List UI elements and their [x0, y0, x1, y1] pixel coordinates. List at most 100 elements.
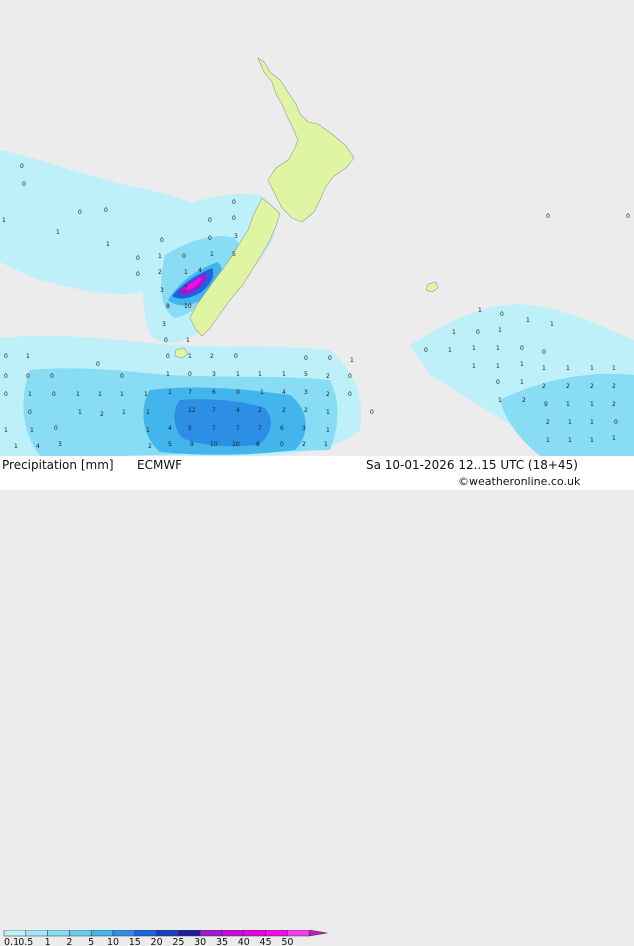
map-value: 1: [590, 419, 594, 426]
map-value: 3: [160, 287, 164, 294]
color-scale-box: [178, 930, 201, 937]
map-value: 1: [566, 365, 570, 372]
map-value: 0: [476, 329, 480, 336]
map-value: 2: [546, 419, 550, 426]
map-value: 2: [326, 373, 330, 380]
map-value: 1: [326, 427, 330, 434]
map-value: 1: [326, 409, 330, 416]
map-value: 2: [282, 407, 286, 414]
map-value: 0: [424, 347, 428, 354]
map-value: 1: [26, 353, 30, 360]
map-value: 0: [136, 271, 140, 278]
map-value: 1: [30, 427, 34, 434]
map-value: 1: [448, 347, 452, 354]
map-value: 7: [184, 285, 188, 292]
map-value: 8: [166, 303, 170, 310]
color-scale-box: [265, 930, 288, 937]
color-scale-tick-label: 5: [88, 937, 94, 946]
color-scale-tick-label: 2: [66, 937, 72, 946]
map-value: 1: [498, 397, 502, 404]
map-value: 10: [210, 441, 218, 448]
map-value: 1: [568, 437, 572, 444]
color-scale-tick-label: 15: [129, 937, 141, 946]
map-value: 0: [232, 199, 236, 206]
map-value: 2: [590, 383, 594, 390]
map-value: 8: [256, 441, 260, 448]
map-value: 1: [186, 337, 190, 344]
map-value: 1: [496, 363, 500, 370]
map-value: 1: [350, 357, 354, 364]
north-island: [257, 57, 355, 223]
color-scale-box: [287, 930, 310, 937]
map-value: 0: [546, 213, 550, 220]
map-value: 1: [324, 441, 328, 448]
map-value: 0: [208, 217, 212, 224]
map-value: 0: [28, 409, 32, 416]
map-value: 0: [188, 371, 192, 378]
map-value: 5: [232, 251, 236, 258]
map-value: 0: [208, 235, 212, 242]
color-scale-tick-label: 0.1: [4, 937, 19, 946]
map-value: 3: [162, 321, 166, 328]
map-value: 1: [498, 327, 502, 334]
map-value: 2: [304, 407, 308, 414]
color-scale-box: [3, 930, 27, 937]
map-value: 1: [472, 345, 476, 352]
color-scale-tick-label: 10: [107, 937, 119, 946]
map-value: 4: [36, 443, 40, 450]
map-value: 1: [188, 353, 192, 360]
map-value: 7: [258, 425, 262, 432]
map-value: 1: [550, 321, 554, 328]
color-scale-tick-label: 35: [216, 937, 228, 946]
map-value: 0: [96, 361, 100, 368]
map-value: 2: [148, 443, 152, 450]
map-value: 2: [100, 411, 104, 418]
footer: Precipitation [mm] ECMWF Sa 10-01-2026 1…: [0, 456, 634, 946]
map-value: 1: [146, 409, 150, 416]
map-value: 1: [168, 389, 172, 396]
map-value: 0: [626, 213, 630, 220]
map-value: 0: [236, 389, 240, 396]
map-value: 1: [542, 365, 546, 372]
color-scale-box: [156, 930, 179, 937]
map-value: 1: [166, 371, 170, 378]
map-value: 1: [28, 391, 32, 398]
precipitation-map[interactable]: 0 0 0 0 1 1 1 0 0 0 0 0 3 0 1 0 1 5 0 2 …: [0, 0, 634, 456]
map-value: 3: [302, 425, 306, 432]
map-value: 3: [58, 441, 62, 448]
color-scale-box: [69, 930, 92, 937]
map-value: 1: [260, 389, 264, 396]
color-scale-box: [134, 930, 157, 937]
map-value: 1: [56, 229, 60, 236]
color-scale-arrow: [308, 930, 328, 937]
map-value: 5: [188, 425, 192, 432]
map-value: 0: [304, 355, 308, 362]
map-value: 5: [168, 441, 172, 448]
map-value: 0: [22, 181, 26, 188]
map-value: 0: [348, 391, 352, 398]
map-value: 1: [122, 409, 126, 416]
map-value: 2: [612, 383, 616, 390]
map-value: 3: [212, 371, 216, 378]
map-value: 0: [234, 353, 238, 360]
map-value: 0: [20, 163, 24, 170]
map-canvas: 0 0 0 0 1 1 1 0 0 0 0 0 3 0 1 0 1 5 0 2 …: [0, 57, 634, 456]
map-value: 7: [188, 389, 192, 396]
map-value: 3: [304, 389, 308, 396]
map-value: 7: [212, 425, 216, 432]
map-value: 1: [590, 365, 594, 372]
map-value: 1: [76, 391, 80, 398]
map-value: 0: [280, 441, 284, 448]
map-value: 1: [496, 345, 500, 352]
map-value: 1: [210, 251, 214, 258]
map-value: 9: [190, 441, 194, 448]
map-value: 4: [198, 267, 202, 274]
map-value: 0: [54, 425, 58, 432]
map-value: 0: [4, 353, 8, 360]
credit[interactable]: ©weatheronline.co.uk: [458, 475, 580, 488]
map-value: 1: [120, 391, 124, 398]
color-scale-box: [221, 930, 245, 937]
color-scale-labels: 0.1 0.5 1 2 5 10 15 20 25 30 35 40 45 50: [4, 937, 293, 946]
map-value: 4: [236, 407, 240, 414]
map-value: 0: [50, 373, 54, 380]
